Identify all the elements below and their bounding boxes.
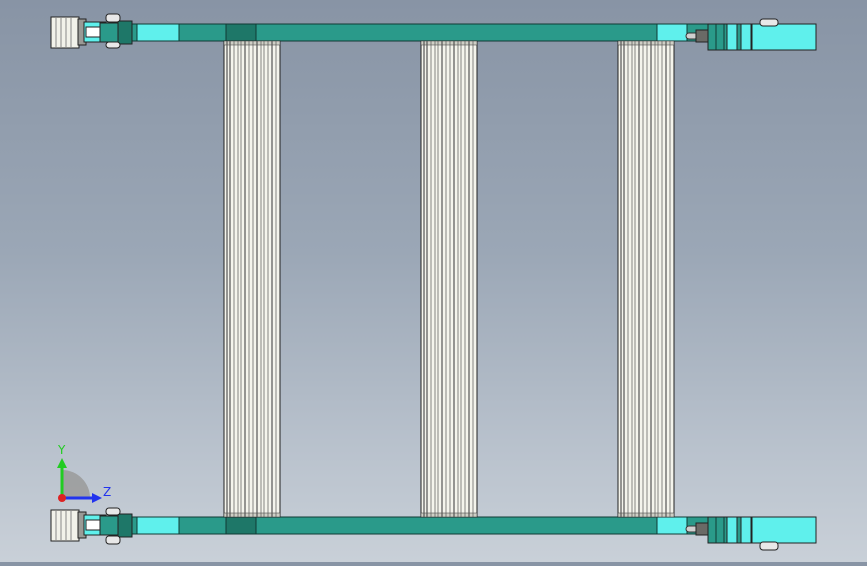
rollers[interactable] <box>223 40 675 518</box>
z-axis-label: Z <box>103 485 112 499</box>
cad-viewport[interactable]: Y Z <box>0 0 867 562</box>
roller-3[interactable] <box>617 40 675 518</box>
x-axis-dot <box>58 494 66 502</box>
coordinate-triad <box>57 458 102 503</box>
bottom-left-end-fitting[interactable] <box>50 507 133 545</box>
roller-2[interactable] <box>420 40 478 518</box>
top-left-end-fitting[interactable] <box>50 13 133 49</box>
y-axis-label: Y <box>58 443 66 457</box>
roller-1[interactable] <box>223 40 281 518</box>
bottom-rail[interactable] <box>129 516 731 535</box>
top-rail[interactable] <box>129 23 731 42</box>
